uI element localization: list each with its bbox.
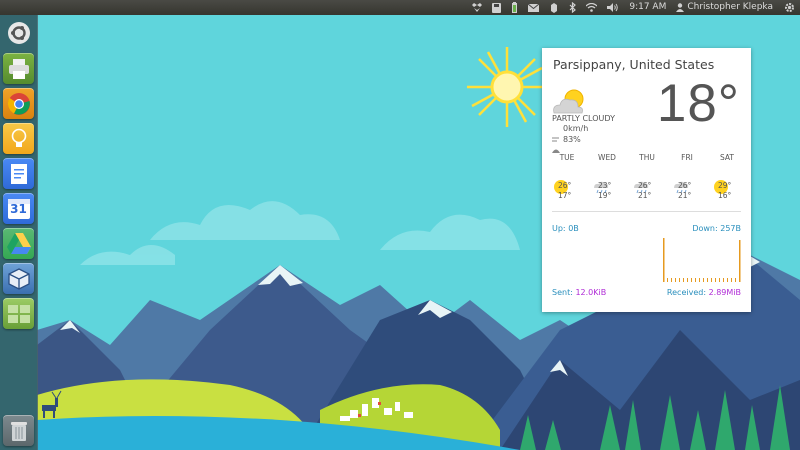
user-menu[interactable]: Christopher Klepka [676,0,773,15]
document-icon [10,163,27,184]
sent-value: 12.0KiB [575,288,607,297]
launcher-item-files[interactable] [3,53,34,84]
sent-total: Sent: 12.0KiB [552,288,606,297]
sent-label: Sent: [552,288,573,297]
forecast-day: WED 23° 19° [587,153,627,203]
forecast-day-name: WED [598,153,616,162]
wind-speed: 0km/h [563,124,589,133]
gear-icon[interactable] [784,2,795,13]
calendar-day-label: 31 [10,202,27,216]
forecast-high: 26° [638,181,652,190]
forecast-low: 21° [638,191,652,200]
upload-speed: Up: 0B [552,224,579,233]
battery-icon[interactable] [511,2,518,13]
launcher-item-virtualbox[interactable] [3,263,34,294]
ubuntu-logo-icon [7,21,30,44]
sun-icon [467,47,547,127]
forecast-day-name: THU [639,153,655,162]
network-icon[interactable] [549,2,559,13]
humidity: 83% [563,135,581,144]
mail-icon[interactable] [528,3,540,12]
launcher: 31 [0,15,38,450]
forecast-day: THU 26° 21° [627,153,667,203]
trash-icon [10,421,27,441]
top-panel: 9:17 AM Christopher Klepka [0,0,800,15]
launcher-item-workspaces[interactable] [3,298,34,329]
drive-icon [6,233,31,254]
launcher-item-trash[interactable] [3,415,34,446]
lightbulb-icon [11,128,26,147]
current-temperature: 18° [656,74,740,133]
weather-location: Parsippany, United States [553,57,715,72]
dropbox-icon[interactable] [472,3,483,12]
forecast-low: 21° [678,191,692,200]
download-value: 257B [720,224,741,233]
weather-network-widget: Parsippany, United States 18° PARTLY CLO… [542,48,751,312]
forecast-row: TUE 26° 17° WED 23° 19° THU 26° 21° FRI … [547,153,747,203]
virtualbox-icon [7,267,30,290]
wifi-icon[interactable] [586,3,598,12]
chrome-icon [7,92,30,115]
forecast-low: 16° [718,191,732,200]
forecast-day: TUE 26° 17° [547,153,587,203]
network-activity-graph [663,238,741,282]
launcher-item-calendar[interactable]: 31 [3,193,34,224]
forecast-day-name: TUE [559,153,575,162]
launcher-item-docs[interactable] [3,158,34,189]
upload-label: Up: [552,224,566,233]
forecast-day-name: SAT [719,153,735,162]
partly-cloudy-icon [553,89,584,114]
divider [552,211,741,212]
forecast-high: 29° [718,181,732,190]
user-icon [676,3,685,12]
received-total: Received: 2.89MiB [667,288,741,297]
forecast-high: 23° [598,181,612,190]
forecast-day: SAT 29° 16° [707,153,747,203]
forecast-low: 19° [598,191,612,200]
clock[interactable]: 9:17 AM [629,0,666,15]
download-speed: Down: 257B [692,224,741,233]
launcher-item-drive[interactable] [3,228,34,259]
wind-icon [552,137,559,142]
forecast-high: 26° [678,181,692,190]
launcher-item-keep[interactable] [3,123,34,154]
forecast-high: 26° [558,181,572,190]
upload-value: 0B [568,224,579,233]
save-icon[interactable] [492,2,502,13]
bluetooth-icon[interactable] [569,2,577,13]
printer-icon [8,58,29,79]
received-label: Received: [666,288,707,297]
launcher-item-chrome[interactable] [3,88,34,119]
user-name: Christopher Klepka [687,2,773,12]
forecast-day: FRI 26° 21° [667,153,707,203]
condition-label: PARTLY CLOUDY [552,114,615,123]
launcher-item-dash[interactable] [3,17,34,48]
download-label: Down: [692,224,718,233]
forecast-low: 17° [558,191,572,200]
received-value: 2.89MiB [708,288,741,297]
forecast-day-name: FRI [681,153,693,162]
volume-icon[interactable] [607,3,619,12]
workspace-switcher-icon [7,304,30,323]
